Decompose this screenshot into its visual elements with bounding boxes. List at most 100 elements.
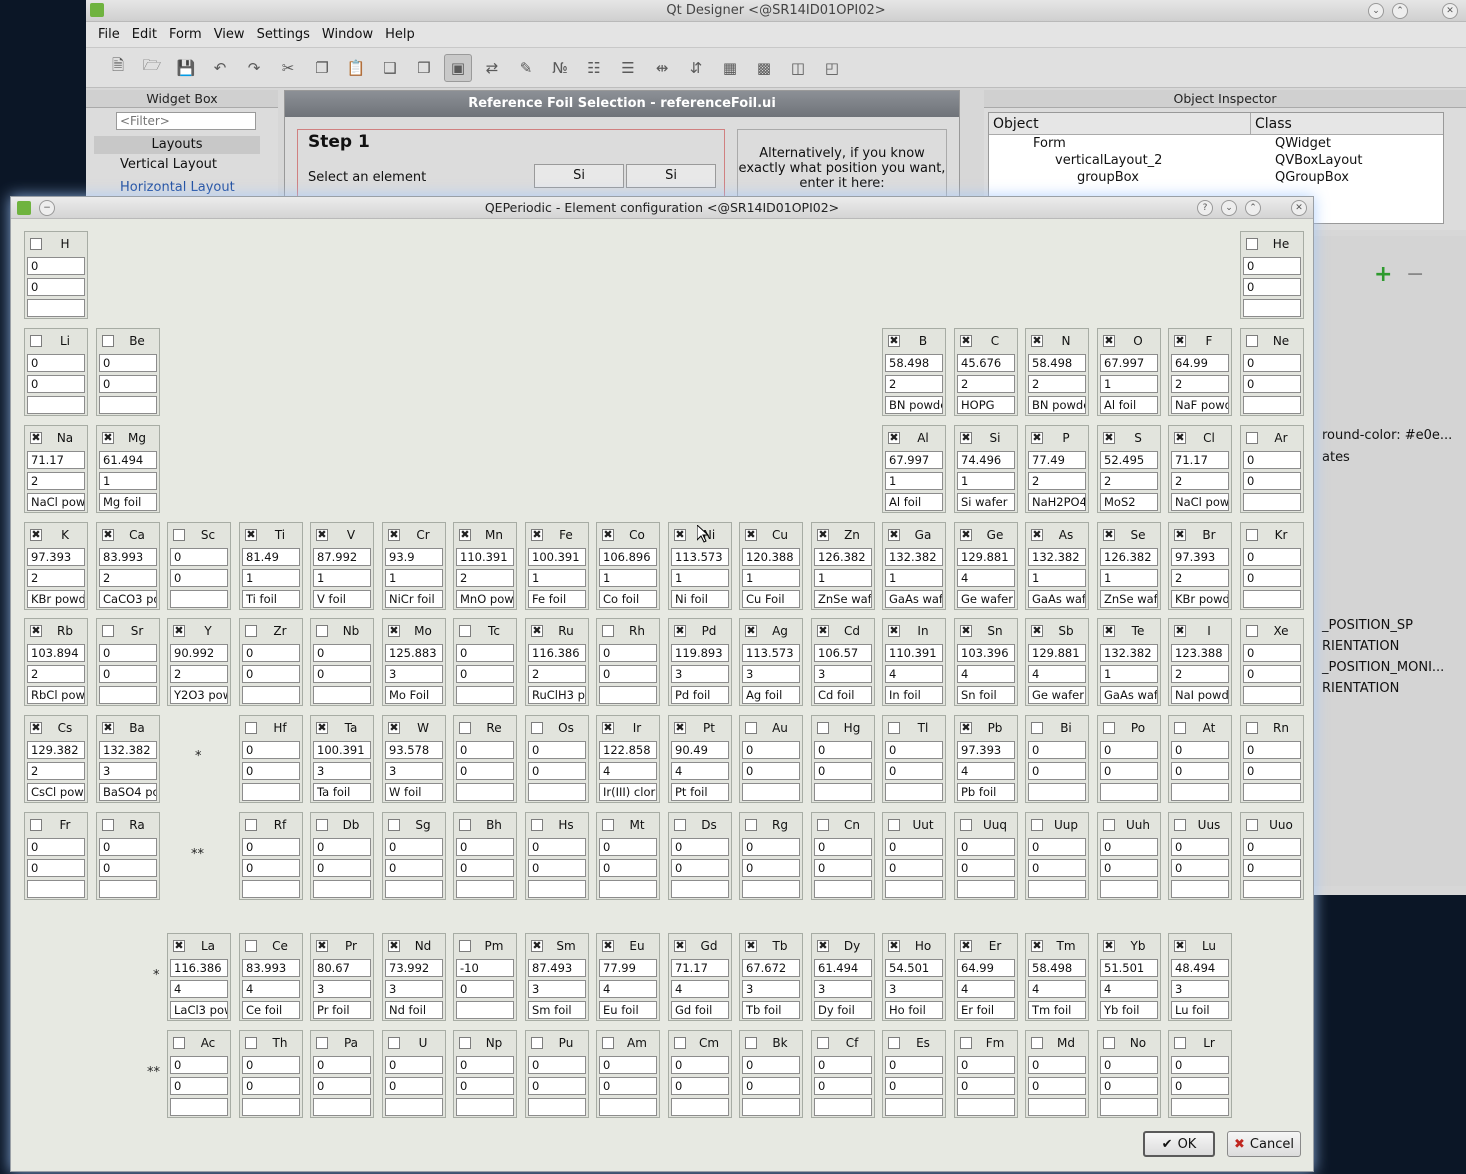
position-field[interactable]: 0 [313, 665, 371, 683]
energy-field[interactable]: 0 [313, 1056, 371, 1074]
foil-description-field[interactable] [957, 880, 1015, 898]
element-checkbox[interactable] [1246, 238, 1258, 250]
foil-description-field[interactable] [742, 783, 800, 801]
position-field[interactable]: 0 [671, 1077, 729, 1095]
foil-description-field[interactable]: Nd foil [385, 1001, 443, 1019]
foil-description-field[interactable]: MoS2 [1100, 493, 1158, 511]
element-checkbox[interactable]: ✖ [102, 722, 114, 734]
element-checkbox[interactable]: ✖ [531, 625, 543, 637]
foil-description-field[interactable]: Y2O3 powder [170, 686, 228, 704]
element-checkbox[interactable] [817, 819, 829, 831]
foil-description-field[interactable]: Eu foil [599, 1001, 657, 1019]
energy-field[interactable]: 97.393 [957, 741, 1015, 759]
position-field[interactable]: 0 [742, 859, 800, 877]
foil-description-field[interactable] [1100, 880, 1158, 898]
energy-field[interactable]: 0 [957, 838, 1015, 856]
element-checkbox[interactable]: ✖ [745, 529, 757, 541]
element-checkbox[interactable]: ✖ [1031, 432, 1043, 444]
raise-icon[interactable]: ❒ [410, 54, 438, 82]
energy-field[interactable]: 97.393 [1171, 548, 1229, 566]
foil-description-field[interactable] [671, 1098, 729, 1116]
foil-description-field[interactable]: Pr foil [313, 1001, 371, 1019]
position-field[interactable]: 0 [456, 980, 514, 998]
cancel-button[interactable]: ✖ Cancel [1227, 1131, 1301, 1157]
edit-tab-order-icon[interactable]: № [546, 54, 574, 82]
foil-description-field[interactable] [742, 880, 800, 898]
element-checkbox[interactable] [602, 819, 614, 831]
position-field[interactable]: 0 [1100, 1077, 1158, 1095]
foil-description-field[interactable] [456, 1001, 514, 1019]
redo-icon[interactable]: ↷ [240, 54, 268, 82]
foil-description-field[interactable]: HOPG [957, 396, 1015, 414]
foil-description-field[interactable] [885, 880, 943, 898]
element-checkbox[interactable] [1103, 1037, 1115, 1049]
layout-splitter-v-icon[interactable]: ⇵ [682, 54, 710, 82]
position-field[interactable]: 0 [671, 859, 729, 877]
element-checkbox[interactable] [888, 819, 900, 831]
position-field[interactable]: 3 [742, 665, 800, 683]
energy-field[interactable]: 0 [885, 741, 943, 759]
menu-help[interactable]: Help [379, 27, 421, 42]
foil-description-field[interactable] [1243, 299, 1301, 317]
energy-field[interactable]: 64.99 [957, 959, 1015, 977]
foil-description-field[interactable] [599, 880, 657, 898]
foil-description-field[interactable]: Yb foil [1100, 1001, 1158, 1019]
foil-description-field[interactable]: GaAs wafer [1100, 686, 1158, 704]
energy-field[interactable]: 67.672 [742, 959, 800, 977]
energy-field[interactable]: 0 [27, 257, 85, 275]
energy-field[interactable]: 0 [242, 644, 300, 662]
element-checkbox[interactable]: ✖ [459, 529, 471, 541]
position-field[interactable]: 2 [170, 665, 228, 683]
energy-field[interactable]: 58.498 [1028, 959, 1086, 977]
foil-description-field[interactable] [1171, 1098, 1229, 1116]
element-checkbox[interactable]: ✖ [674, 529, 686, 541]
element-checkbox[interactable]: ✖ [817, 625, 829, 637]
energy-field[interactable]: 0 [1243, 741, 1301, 759]
position-field[interactable]: 3 [814, 980, 872, 998]
tree-row-verticallayout[interactable]: verticalLayout_2 QVBoxLayout [989, 152, 1443, 169]
element-checkbox[interactable] [459, 722, 471, 734]
position-field[interactable]: 3 [313, 762, 371, 780]
foil-description-field[interactable]: NaH2PO4 [1028, 493, 1086, 511]
position-field[interactable]: 0 [1028, 859, 1086, 877]
energy-field[interactable]: 0 [242, 741, 300, 759]
energy-field[interactable]: 71.17 [671, 959, 729, 977]
position-field[interactable]: 0 [27, 375, 85, 393]
position-field[interactable]: 0 [528, 762, 586, 780]
maximize-icon[interactable]: ⌃ [1245, 200, 1261, 216]
energy-field[interactable]: 0 [242, 838, 300, 856]
element-checkbox[interactable]: ✖ [102, 529, 114, 541]
energy-field[interactable]: 0 [671, 1056, 729, 1074]
position-field[interactable]: 2 [1171, 472, 1229, 490]
foil-description-field[interactable]: Mo Foil [385, 686, 443, 704]
position-field[interactable]: 0 [1100, 762, 1158, 780]
element-checkbox[interactable] [531, 722, 543, 734]
energy-field[interactable]: 0 [1243, 354, 1301, 372]
foil-description-field[interactable]: Mg foil [99, 493, 157, 511]
element-checkbox[interactable]: ✖ [817, 940, 829, 952]
foil-description-field[interactable] [528, 880, 586, 898]
foil-description-field[interactable]: Ce foil [242, 1001, 300, 1019]
element-checkbox[interactable]: ✖ [1103, 335, 1115, 347]
foil-description-field[interactable]: Sn foil [957, 686, 1015, 704]
energy-field[interactable]: 0 [1100, 741, 1158, 759]
foil-description-field[interactable] [599, 1098, 657, 1116]
position-field[interactable]: 0 [170, 569, 228, 587]
position-field[interactable]: 3 [1171, 980, 1229, 998]
energy-field[interactable]: 0 [885, 838, 943, 856]
menu-settings[interactable]: Settings [251, 27, 316, 42]
foil-description-field[interactable] [313, 880, 371, 898]
energy-field[interactable]: 0 [1243, 451, 1301, 469]
foil-description-field[interactable]: Dy foil [814, 1001, 872, 1019]
energy-field[interactable]: 54.501 [885, 959, 943, 977]
lower-icon[interactable]: ❑ [376, 54, 404, 82]
property-add-icon[interactable]: + [1374, 262, 1392, 287]
element-checkbox[interactable] [1174, 819, 1186, 831]
energy-field[interactable]: 97.393 [27, 548, 85, 566]
foil-description-field[interactable] [814, 1098, 872, 1116]
element-checkbox[interactable] [602, 625, 614, 637]
position-field[interactable]: 0 [814, 1077, 872, 1095]
energy-field[interactable]: 0 [814, 1056, 872, 1074]
energy-field[interactable]: 0 [814, 838, 872, 856]
energy-field[interactable]: 0 [885, 1056, 943, 1074]
